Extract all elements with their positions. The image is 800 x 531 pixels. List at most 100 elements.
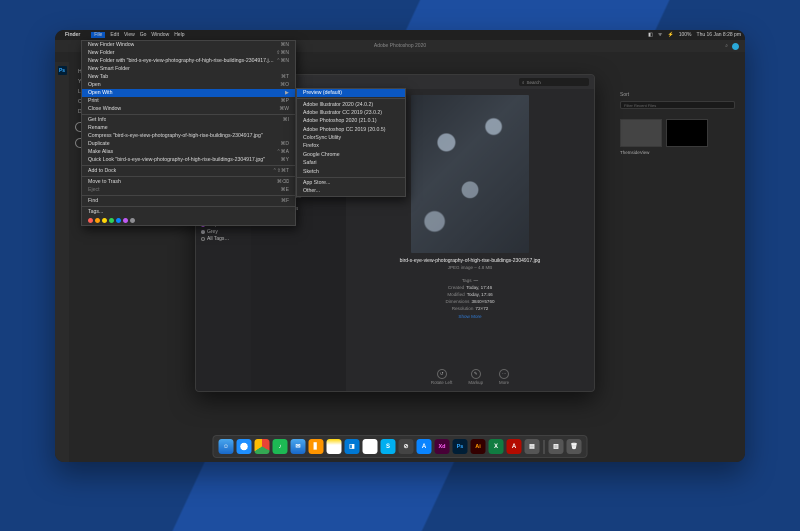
file-menu-item[interactable]: New Folder⇧⌘N xyxy=(82,49,295,57)
show-more-link[interactable]: Show More xyxy=(458,314,481,319)
tag-color-dot[interactable] xyxy=(116,218,121,223)
dock-app-appstore[interactable]: A xyxy=(417,439,432,454)
file-menu-item[interactable]: Move to Trash⌘⌫ xyxy=(82,178,295,186)
dock-separator xyxy=(544,440,545,454)
preview-meta-row: CreatedToday, 17:46 xyxy=(445,285,494,292)
dock-app-safari[interactable] xyxy=(237,439,252,454)
recent-panel: Sort Filter Recent Files TheInsideView xyxy=(620,92,735,155)
dock-app-illustrator[interactable]: Ai xyxy=(471,439,486,454)
open-with-item[interactable]: Adobe Photoshop CC 2019 (20.0.5) xyxy=(297,126,405,134)
open-with-item[interactable]: Preview (default) xyxy=(297,89,405,97)
menubar-status: Thu 16 Jan 8:28 pm xyxy=(697,32,741,38)
file-menu-item[interactable]: Quick Look "bird-s-eye-view-photography-… xyxy=(82,156,295,164)
status-icon[interactable]: ◧ xyxy=(648,32,653,38)
menubar-item-help[interactable]: Help xyxy=(174,32,184,38)
file-menu-item[interactable]: New Smart Folder xyxy=(82,65,295,73)
dock-app-nosign[interactable]: ⊘ xyxy=(399,439,414,454)
search-icon: ⌕ xyxy=(522,80,525,85)
open-with-item[interactable]: Sketch xyxy=(297,167,405,175)
dock-app-photoshop[interactable]: Ps xyxy=(453,439,468,454)
filter-input[interactable]: Filter Recent Files xyxy=(620,101,735,109)
sidebar-item[interactable]: Grey xyxy=(199,229,248,236)
menubar-item-edit[interactable]: Edit xyxy=(110,32,119,38)
file-menu-item[interactable]: New Folder with "bird-s-eye-view-photogr… xyxy=(82,57,295,65)
photoshop-title: Adobe Photoshop 2020 xyxy=(374,43,426,49)
dock-app-acrobat[interactable]: A xyxy=(507,439,522,454)
dock-app-chrome[interactable] xyxy=(255,439,270,454)
search-icon[interactable]: ⌕ xyxy=(725,43,728,49)
file-menu-item[interactable]: Open⌘O xyxy=(82,81,295,89)
open-with-item[interactable]: Adobe Illustrator CC 2019 (23.0.2) xyxy=(297,109,405,117)
file-menu-item[interactable]: Rename xyxy=(82,124,295,132)
dock-app-trash[interactable]: 🗑 xyxy=(567,439,582,454)
file-menu-item[interactable]: Compress "bird-s-eye-view-photography-of… xyxy=(82,132,295,140)
file-menu-item[interactable]: Tags... xyxy=(82,208,295,216)
dock-app-vscode[interactable]: ◨ xyxy=(345,439,360,454)
preview-tool-markup[interactable]: ✎Markup xyxy=(468,369,483,385)
mac-desktop: Finder File Edit View Go Window Help ◧ ᯤ ⚡ 100% T… xyxy=(55,30,745,462)
menubar-item-view[interactable]: View xyxy=(124,32,135,38)
file-menu-item[interactable]: Open With▶ xyxy=(82,89,295,97)
preview-meta-row: ModifiedToday, 17:46 xyxy=(445,292,494,299)
dock-app-preview[interactable]: ▤ xyxy=(525,439,540,454)
sidebar-item[interactable]: All Tags… xyxy=(199,236,248,243)
tag-row[interactable] xyxy=(82,216,295,225)
tag-color-dot[interactable] xyxy=(130,218,135,223)
tag-color-dot[interactable] xyxy=(88,218,93,223)
open-with-item[interactable]: App Store... xyxy=(297,179,405,187)
menubar-item-window[interactable]: Window xyxy=(151,32,169,38)
tool-icon: ⋯ xyxy=(499,369,509,379)
dock-app-slack[interactable]: ※ xyxy=(363,439,378,454)
tag-color-dot[interactable] xyxy=(102,218,107,223)
tag-color-dot[interactable] xyxy=(123,218,128,223)
dock-app-excel[interactable]: X xyxy=(489,439,504,454)
file-menu-item[interactable]: Close Window⌘W xyxy=(82,105,295,113)
tag-dot-icon xyxy=(201,237,205,241)
open-with-submenu[interactable]: Preview (default) Adobe Illustrator 2020 … xyxy=(296,88,406,197)
dock[interactable]: ☺♪✉▋◨※S⊘AXdPsAiXA▤▥🗑 xyxy=(213,435,588,458)
open-with-item[interactable]: ColorSync Utility xyxy=(297,134,405,142)
dock-app-mail[interactable]: ✉ xyxy=(291,439,306,454)
preview-tool-more[interactable]: ⋯More xyxy=(499,369,509,385)
file-menu[interactable]: New Finder Window⌘NNew Folder⇧⌘NNew Fold… xyxy=(81,40,296,226)
dock-app-finder[interactable]: ☺ xyxy=(219,439,234,454)
preview-meta-row: Tags— xyxy=(445,278,494,285)
open-with-item[interactable]: Adobe Illustrator 2020 (24.0.2) xyxy=(297,100,405,108)
finder-search[interactable]: ⌕ Search xyxy=(519,78,589,86)
file-menu-item[interactable]: New Finder Window⌘N xyxy=(82,41,295,49)
preview-kind: JPEG image – 4.8 MB xyxy=(448,265,493,270)
avatar[interactable] xyxy=(732,43,739,50)
dock-app-books[interactable]: ▋ xyxy=(309,439,324,454)
status-icon[interactable]: ⚡ xyxy=(667,32,673,38)
dock-app-spotify[interactable]: ♪ xyxy=(273,439,288,454)
menubar-item-go[interactable]: Go xyxy=(140,32,147,38)
file-menu-item[interactable]: Duplicate⌘D xyxy=(82,140,295,148)
menubar-item-file[interactable]: File xyxy=(91,32,105,38)
open-with-item[interactable]: Safari xyxy=(297,159,405,167)
file-menu-item[interactable]: Make Alias⌃⌘A xyxy=(82,148,295,156)
dock-app-skype[interactable]: S xyxy=(381,439,396,454)
file-menu-item[interactable]: Find⌘F xyxy=(82,197,295,205)
open-with-item[interactable]: Other... xyxy=(297,187,405,195)
preview-tool-rotate-left[interactable]: ↺Rotate Left xyxy=(431,369,452,385)
thumb-caption: TheInsideView xyxy=(620,150,735,155)
open-with-item[interactable]: Firefox xyxy=(297,142,405,150)
preview-image xyxy=(411,95,529,253)
tag-color-dot[interactable] xyxy=(95,218,100,223)
menubar-app-name[interactable]: Finder xyxy=(65,32,80,38)
status-icon[interactable]: ᯤ xyxy=(658,32,663,38)
dock-app-notes[interactable] xyxy=(327,439,342,454)
open-with-item[interactable]: Google Chrome xyxy=(297,151,405,159)
dock-app-folder[interactable]: ▥ xyxy=(549,439,564,454)
recent-thumb[interactable] xyxy=(666,119,708,147)
mac-menubar: Finder File Edit View Go Window Help ◧ ᯤ ⚡ 100% T… xyxy=(55,30,745,40)
dock-app-xd[interactable]: Xd xyxy=(435,439,450,454)
recent-thumb[interactable] xyxy=(620,119,662,147)
open-with-item[interactable]: Adobe Photoshop 2020 (21.0.1) xyxy=(297,117,405,125)
menubar-status: 100% xyxy=(679,32,692,38)
file-menu-item[interactable]: Print⌘P xyxy=(82,97,295,105)
file-menu-item[interactable]: Add to Dock⌃⇧⌘T xyxy=(82,167,295,175)
file-menu-item[interactable]: New Tab⌘T xyxy=(82,73,295,81)
file-menu-item[interactable]: Get Info⌘I xyxy=(82,116,295,124)
tag-color-dot[interactable] xyxy=(109,218,114,223)
